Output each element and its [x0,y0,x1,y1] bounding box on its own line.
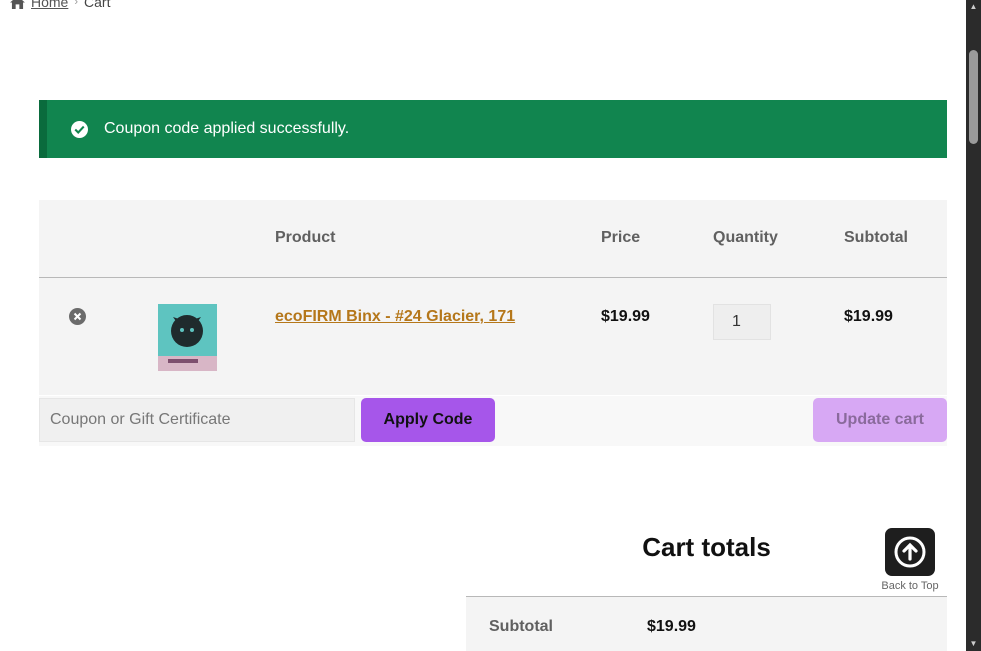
cart-page: Home › Cart Coupon code applied successf… [0,0,981,651]
item-subtotal: $19.99 [844,308,893,325]
home-icon [10,0,25,9]
notice-message: Coupon code applied successfully. [104,120,350,137]
apply-code-button[interactable]: Apply Code [361,398,495,442]
scrollbar-thumb[interactable] [969,50,978,144]
chevron-right-icon: › [74,0,79,8]
product-thumbnail[interactable] [158,304,217,371]
item-price: $19.99 [601,308,650,325]
vertical-scrollbar[interactable]: ▲ ▼ [966,0,981,651]
breadcrumb-current: Cart [84,0,111,10]
disc-image-icon [158,304,217,371]
cart-row-contents: ecoFIRM Binx - #24 Glacier, 171 $19.99 $… [39,200,947,394]
remove-icon[interactable] [69,308,86,325]
cart-totals-table: Subtotal $19.99 [466,596,947,651]
scroll-up-icon[interactable]: ▲ [966,0,981,14]
check-circle-icon [71,120,88,138]
update-cart-button[interactable]: Update cart [813,398,947,442]
product-name-link[interactable]: ecoFIRM Binx - #24 Glacier, 171 [275,308,515,326]
breadcrumb-home-link[interactable]: Home [31,0,68,10]
back-to-top-label: Back to Top [881,580,939,592]
success-notice: Coupon code applied successfully. [39,100,947,158]
cart-totals-title: Cart totals [642,532,771,562]
back-to-top[interactable]: Back to Top [876,528,944,592]
totals-subtotal-value: $19.99 [647,618,696,635]
coupon-input[interactable] [39,398,355,442]
quantity-input[interactable] [713,304,771,340]
totals-subtotal-label: Subtotal [489,618,553,635]
cart-actions: Apply Code Update cart [39,396,947,446]
back-to-top-button[interactable] [885,528,935,576]
breadcrumb: Home › Cart [10,0,110,10]
arrow-up-icon [894,536,926,568]
scroll-down-icon[interactable]: ▼ [966,637,981,651]
